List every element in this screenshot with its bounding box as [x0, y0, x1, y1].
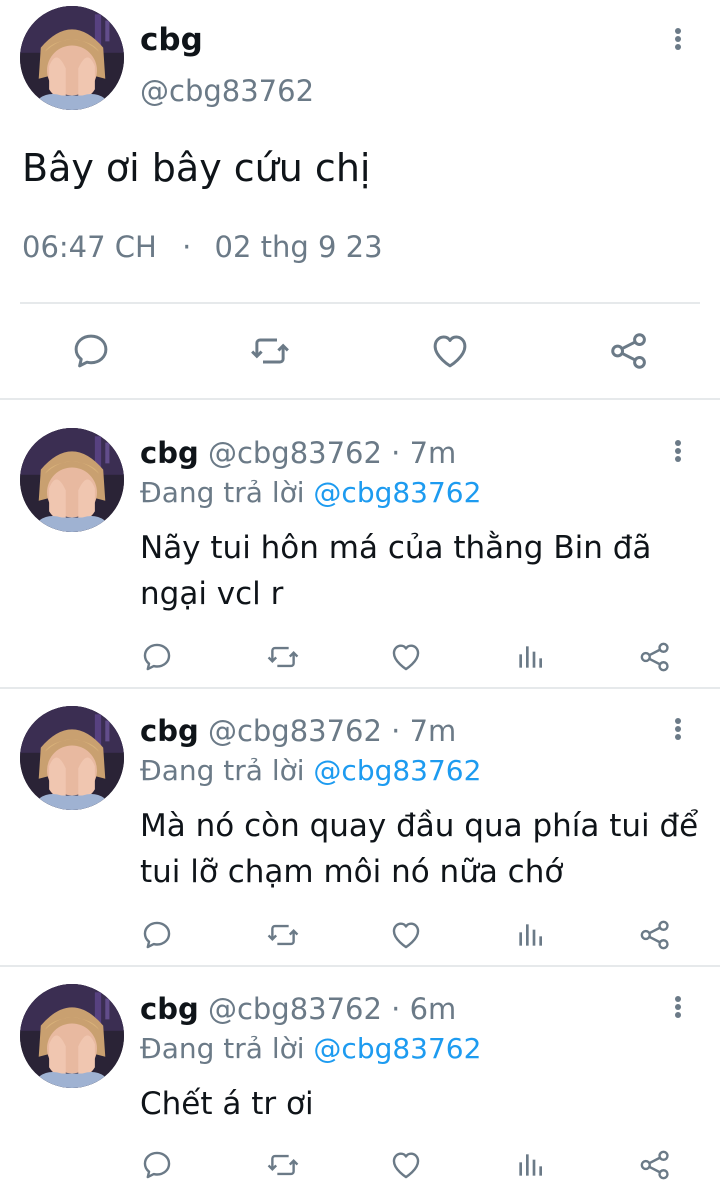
replying-to-link[interactable]: @cbg83762 — [313, 476, 481, 509]
more-options-icon[interactable] — [668, 436, 688, 466]
reply-header: cbg @cbg83762 · 7m — [140, 436, 456, 470]
author-handle[interactable]: @cbg83762 — [140, 74, 314, 108]
reply-avatar[interactable] — [20, 706, 124, 810]
share-icon[interactable] — [608, 330, 650, 372]
reply-text-line2: ngại vcl r — [140, 576, 284, 612]
share-icon[interactable] — [638, 918, 672, 952]
reply-text-line1: Nãy tui hôn má của thằng Bin đã — [140, 530, 652, 566]
divider — [0, 687, 720, 689]
reply-header: cbg @cbg83762 · 6m — [140, 992, 456, 1026]
replying-to: Đang trả lời @cbg83762 — [140, 754, 481, 787]
replying-prefix: Đang trả lời — [140, 1032, 305, 1065]
reply-author-name[interactable]: cbg — [140, 992, 199, 1026]
retweet-icon[interactable] — [264, 918, 302, 952]
reply-icon[interactable] — [140, 1148, 174, 1182]
replying-to-link[interactable]: @cbg83762 — [313, 1032, 481, 1065]
like-icon[interactable] — [388, 640, 424, 674]
like-icon[interactable] — [428, 330, 472, 372]
reply-handle-time: @cbg83762 · 7m — [207, 714, 457, 748]
author-avatar[interactable] — [20, 6, 124, 110]
replying-prefix: Đang trả lời — [140, 476, 305, 509]
retweet-icon[interactable] — [264, 640, 302, 674]
reply-author-name[interactable]: cbg — [140, 436, 199, 470]
tweet-date[interactable]: 02 thg 9 23 — [215, 230, 383, 264]
views-icon[interactable] — [514, 641, 546, 673]
reply-icon[interactable] — [140, 918, 174, 952]
retweet-icon[interactable] — [264, 1148, 302, 1182]
reply-handle-time: @cbg83762 · 7m — [207, 436, 457, 470]
author-name[interactable]: cbg — [140, 22, 203, 58]
timestamp-separator: · — [182, 230, 192, 264]
like-icon[interactable] — [388, 1148, 424, 1182]
reply-icon[interactable] — [140, 640, 174, 674]
reply-header: cbg @cbg83762 · 7m — [140, 714, 456, 748]
more-options-icon[interactable] — [668, 992, 688, 1022]
like-icon[interactable] — [388, 918, 424, 952]
reply-text-line1: Chết á tr ơi — [140, 1086, 314, 1122]
reply-avatar[interactable] — [20, 428, 124, 532]
share-icon[interactable] — [638, 1148, 672, 1182]
reply-text-line1: Mà nó còn quay đầu qua phía tui để — [140, 808, 699, 844]
reply-handle-time: @cbg83762 · 6m — [207, 992, 457, 1026]
replying-to: Đang trả lời @cbg83762 — [140, 1032, 481, 1065]
tweet-text: Bây ơi bây cứu chị — [22, 146, 371, 190]
reply-icon[interactable] — [70, 330, 112, 372]
replying-to: Đang trả lời @cbg83762 — [140, 476, 481, 509]
reply-author-name[interactable]: cbg — [140, 714, 199, 748]
tweet-time: 06:47 CH — [22, 230, 157, 264]
share-icon[interactable] — [638, 640, 672, 674]
divider — [0, 398, 720, 400]
views-icon[interactable] — [514, 1149, 546, 1181]
more-options-icon[interactable] — [668, 24, 688, 54]
reply-avatar[interactable] — [20, 984, 124, 1088]
divider — [0, 965, 720, 967]
retweet-icon[interactable] — [247, 330, 293, 372]
replying-to-link[interactable]: @cbg83762 — [313, 754, 481, 787]
tweet-timestamp: 06:47 CH · 02 thg 9 23 — [22, 230, 383, 264]
views-icon[interactable] — [514, 919, 546, 951]
divider — [20, 302, 700, 304]
replying-prefix: Đang trả lời — [140, 754, 305, 787]
more-options-icon[interactable] — [668, 714, 688, 744]
reply-text-line2: tui lỡ chạm môi nó nữa chớ — [140, 854, 564, 890]
